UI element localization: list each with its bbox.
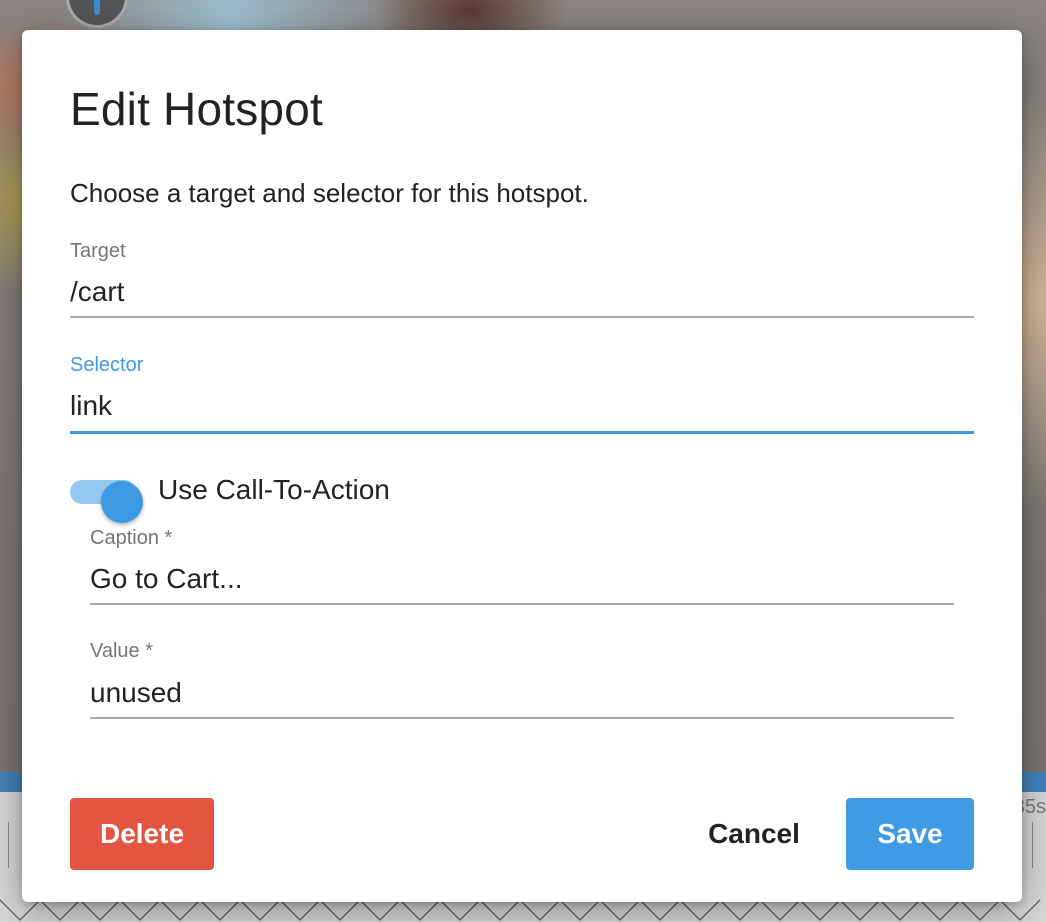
call-to-action-toggle[interactable] [70,480,143,523]
value-input[interactable]: unused [90,677,182,709]
dialog-title: Edit Hotspot [70,83,323,135]
value-underline [90,717,954,719]
call-to-action-toggle-row[interactable]: Use Call-To-Action [70,470,570,523]
value-field[interactable]: Value * unused [90,640,954,720]
selector-input[interactable]: link [70,390,112,422]
save-button[interactable]: Save [846,798,974,870]
caption-input[interactable]: Go to Cart... [90,563,243,595]
target-label: Target [70,240,126,262]
call-to-action-label[interactable]: Use Call-To-Action [158,474,390,506]
selector-underline [70,431,974,434]
timeline-tick [1032,822,1033,868]
dialog-description: Choose a target and selector for this ho… [70,178,589,208]
target-field[interactable]: Target /cart [70,240,974,320]
delete-button[interactable]: Delete [70,798,214,870]
target-input[interactable]: /cart [70,276,124,308]
caption-underline [90,603,954,605]
selector-label: Selector [70,354,144,376]
caption-label: Caption * [90,527,173,549]
cancel-button[interactable]: Cancel [688,798,820,870]
timeline-tick [8,822,9,868]
toggle-thumb[interactable] [101,481,143,523]
app-logo-icon [66,0,128,28]
selector-field[interactable]: Selector link [70,354,974,438]
edit-hotspot-dialog: Edit Hotspot Choose a target and selecto… [22,30,1022,902]
target-underline [70,316,974,318]
value-label: Value * [90,640,154,662]
caption-field[interactable]: Caption * Go to Cart... [90,527,954,607]
